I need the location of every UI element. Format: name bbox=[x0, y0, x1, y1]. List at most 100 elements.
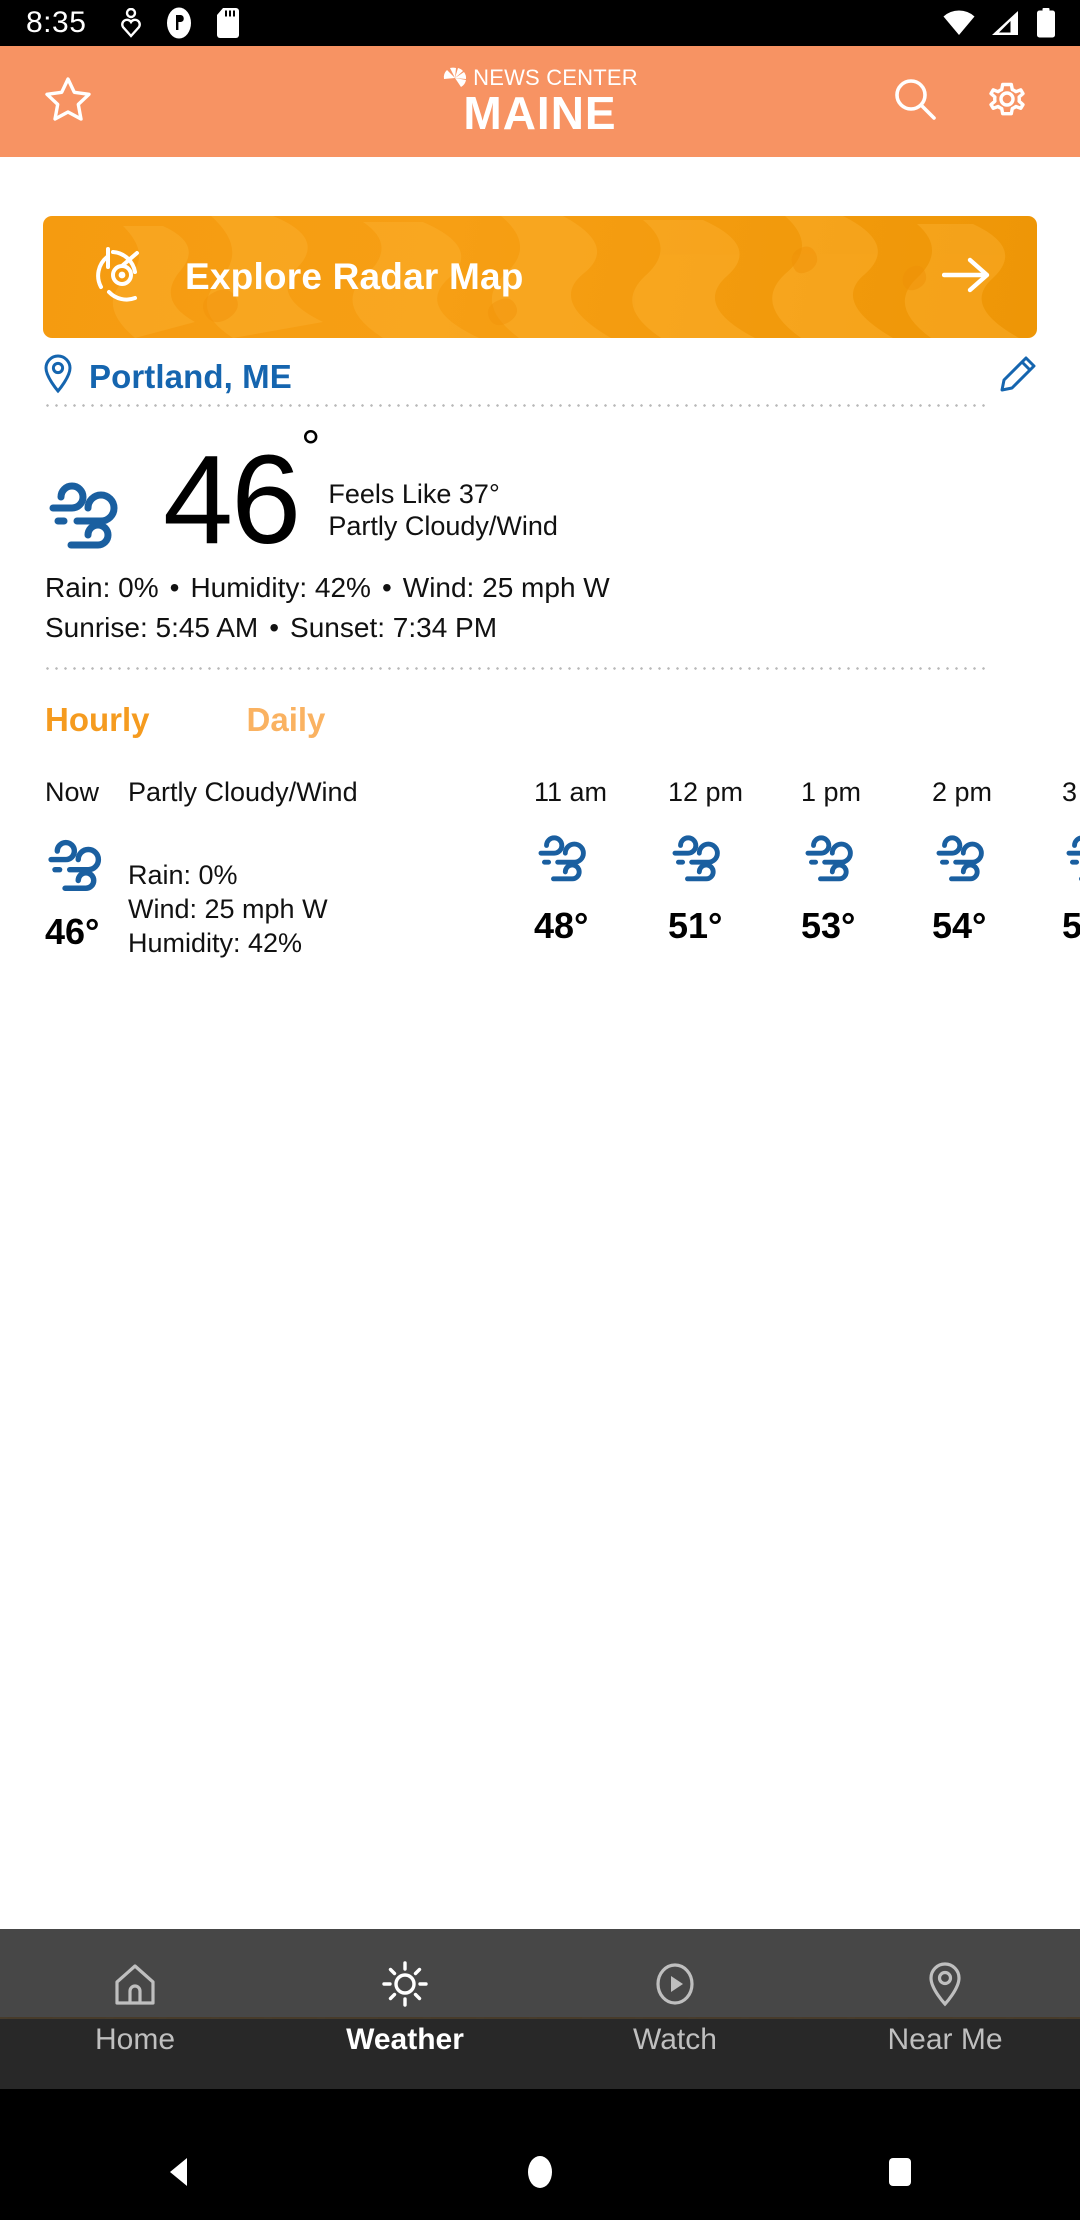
divider-top bbox=[43, 404, 991, 407]
detail-sunset: Sunset: 7:34 PM bbox=[290, 611, 498, 643]
detail-humidity: Humidity: 42% bbox=[190, 572, 371, 603]
hourly-item[interactable]: 1 pm 53° bbox=[801, 777, 865, 947]
settings-button[interactable] bbox=[984, 76, 1030, 127]
nav-label-weather: Weather bbox=[346, 2023, 464, 2056]
edit-location-button[interactable] bbox=[999, 355, 1037, 398]
hourly-item[interactable]: 11 am 48° bbox=[534, 777, 607, 947]
hourly-now-temp: 46° bbox=[45, 911, 100, 952]
location-pin-icon bbox=[44, 354, 72, 394]
sd-card-icon bbox=[217, 8, 240, 38]
radar-arrow-wrap bbox=[941, 255, 992, 300]
hourly-item-label: 2 pm bbox=[932, 777, 993, 807]
sun-icon bbox=[382, 1961, 428, 2007]
wind-icon bbox=[48, 839, 102, 891]
current-temperature: 46 bbox=[163, 429, 301, 570]
current-condition-icon-wrap bbox=[43, 469, 135, 566]
app-header-actions bbox=[892, 76, 1030, 127]
hourly-now-humidity: Humidity: 42% bbox=[128, 928, 303, 959]
radar-icon bbox=[96, 246, 139, 302]
wind-icon bbox=[805, 835, 853, 882]
current-condition-text: Partly Cloudy/Wind bbox=[328, 510, 558, 541]
explore-radar-map-banner[interactable]: Explore Radar Map bbox=[43, 216, 1037, 338]
android-system-navigation bbox=[0, 2129, 1080, 2220]
status-bar-notification-icons bbox=[120, 7, 240, 39]
feels-like-text: Feels Like 37° bbox=[328, 479, 500, 509]
battery-icon bbox=[1037, 8, 1055, 38]
wind-icon bbox=[49, 482, 118, 549]
home-icon bbox=[115, 1964, 155, 2005]
logo-top-text: NEWS CENTER bbox=[473, 64, 638, 90]
hourly-forecast-strip[interactable]: Now 46° Partly Cloudy/Wind Rain: 0% Wind… bbox=[0, 777, 1080, 977]
nav-item-near-me[interactable]: Near Me bbox=[810, 1961, 1080, 2057]
hourly-item-label: 3 bbox=[1062, 777, 1078, 807]
hourly-item-temp: 51° bbox=[668, 905, 723, 946]
detail-rain: Rain: 0% bbox=[45, 572, 159, 603]
status-bar-system-icons bbox=[942, 8, 1056, 38]
hourly-item-temp: 53° bbox=[801, 905, 856, 946]
favorites-button[interactable] bbox=[44, 76, 92, 127]
search-icon bbox=[895, 79, 936, 120]
hourly-now-details-column: Partly Cloudy/Wind Rain: 0% Wind: 25 mph… bbox=[128, 777, 358, 960]
hourly-item[interactable]: 3 5 bbox=[1062, 777, 1080, 947]
detail-separator: • bbox=[169, 572, 180, 603]
hourly-now-icon-wrap bbox=[43, 834, 115, 901]
divider-bottom bbox=[43, 667, 991, 670]
search-button[interactable] bbox=[892, 76, 938, 127]
hourly-item[interactable]: 2 pm 54° bbox=[932, 777, 996, 947]
cellular-signal-icon bbox=[992, 11, 1018, 35]
hourly-now-condition: Partly Cloudy/Wind bbox=[128, 777, 358, 807]
play-circle-icon bbox=[656, 1963, 694, 2005]
square-recents-icon bbox=[889, 2158, 911, 2186]
hourly-item-temp: 48° bbox=[534, 905, 589, 946]
hourly-item-temp: 54° bbox=[932, 905, 987, 946]
nav-label-home: Home bbox=[94, 2023, 176, 2056]
arrow-right-icon bbox=[941, 257, 990, 292]
current-conditions: 46° Feels Like 37° Partly Cloudy/Wind bbox=[43, 425, 558, 566]
nav-item-home[interactable]: Home bbox=[0, 1961, 270, 2057]
detail-sunrise: Sunrise: 5:45 AM bbox=[45, 611, 259, 643]
wifi-icon bbox=[943, 10, 975, 35]
heart-pulse-icon bbox=[121, 8, 142, 38]
radar-icon-wrap bbox=[90, 243, 154, 312]
pencil-edit-icon bbox=[1000, 356, 1036, 392]
system-recents-button[interactable] bbox=[878, 2150, 922, 2199]
current-degree-symbol: ° bbox=[301, 422, 320, 475]
location-pin-wrap bbox=[43, 354, 73, 399]
wind-icon bbox=[538, 835, 586, 882]
detail-separator: • bbox=[269, 611, 280, 643]
nav-label-near-me: Near Me bbox=[887, 2023, 1003, 2056]
hourly-item-label: 12 pm bbox=[668, 777, 744, 807]
system-home-button[interactable] bbox=[518, 2150, 562, 2199]
hourly-now-wind: Wind: 25 mph W bbox=[128, 894, 328, 925]
nav-item-watch[interactable]: Watch bbox=[540, 1961, 810, 2057]
hourly-now-column[interactable]: Now 46° bbox=[45, 777, 115, 953]
current-side-info: Feels Like 37° Partly Cloudy/Wind bbox=[328, 479, 558, 543]
tab-hourly[interactable]: Hourly bbox=[45, 701, 150, 739]
detail-line-sun: Sunrise: 5:45 AM • Sunset: 7:34 PM bbox=[45, 608, 610, 648]
nbc-peacock-icon bbox=[443, 67, 467, 87]
weather-scroll-content: Explore Radar Map Portland, ME 46° Feels… bbox=[0, 157, 1080, 2019]
status-bar: 8:35 bbox=[0, 0, 1080, 46]
app-header: NEWS CENTER MAINE bbox=[0, 46, 1080, 157]
wind-icon bbox=[936, 835, 984, 882]
hourly-item-label: 1 pm bbox=[801, 777, 862, 807]
circle-home-icon bbox=[528, 2156, 552, 2188]
wind-icon bbox=[672, 835, 720, 882]
status-bar-clock: 8:35 bbox=[26, 6, 87, 39]
star-icon bbox=[45, 77, 91, 121]
hourly-item-label: 11 am bbox=[534, 777, 608, 807]
system-back-button[interactable] bbox=[158, 2150, 202, 2199]
hourly-item[interactable]: 12 pm 51° bbox=[668, 777, 743, 947]
location-pin-icon bbox=[929, 1962, 961, 2007]
location-name: Portland, ME bbox=[89, 357, 292, 395]
hourly-now-label: Now bbox=[45, 777, 100, 807]
tab-daily[interactable]: Daily bbox=[247, 701, 326, 739]
nav-item-weather[interactable]: Weather bbox=[270, 1961, 540, 2057]
detail-separator: • bbox=[381, 572, 392, 603]
current-detail-lines: Rain: 0% • Humidity: 42% • Wind: 25 mph W Su… bbox=[45, 568, 610, 648]
triangle-back-icon bbox=[170, 2158, 187, 2186]
bottom-nav-padding bbox=[0, 2089, 1080, 2129]
nav-label-watch: Watch bbox=[633, 2023, 717, 2056]
location-row[interactable]: Portland, ME bbox=[43, 339, 1037, 414]
hourly-now-detail-list: Rain: 0% Wind: 25 mph W Humidity: 42% bbox=[128, 858, 358, 960]
